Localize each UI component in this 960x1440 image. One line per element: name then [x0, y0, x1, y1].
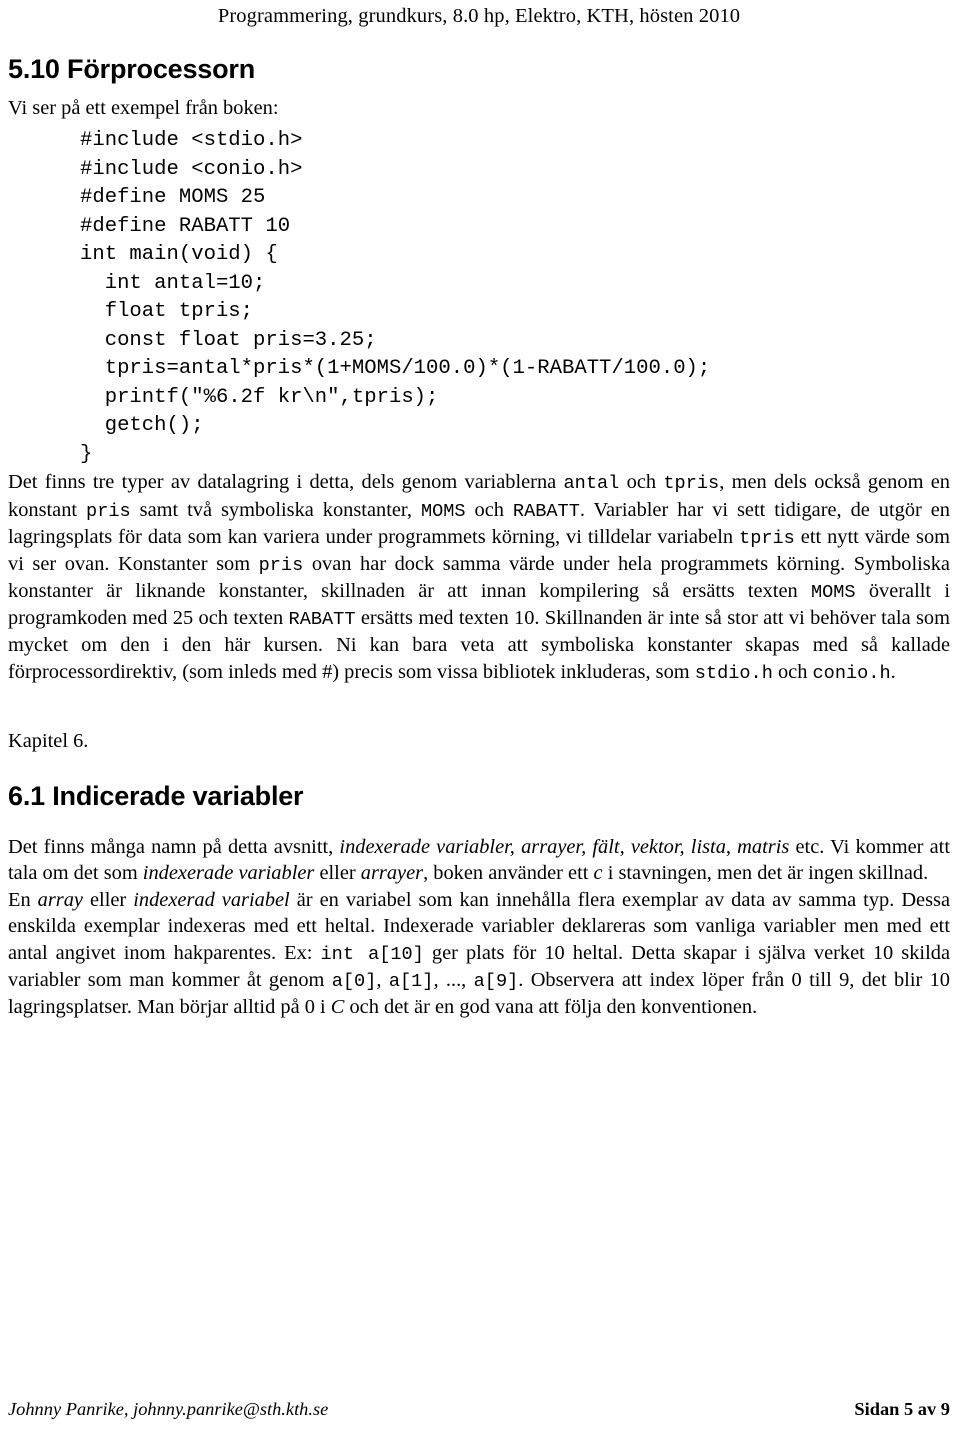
- text-run: och det är en god vana att följa den kon…: [344, 996, 758, 1019]
- text-run: samt två symboliska konstanter,: [130, 498, 421, 521]
- inline-code-stdio-h: stdio.h: [694, 662, 773, 684]
- paragraph-namn-pa-avsnitt: Det finns många namn på detta avsnitt, i…: [8, 834, 950, 887]
- inline-code-moms: MOMS: [420, 500, 466, 522]
- document-page: Programmering, grundkurs, 8.0 hp, Elektr…: [0, 0, 960, 1440]
- inline-code-conio-h: conio.h: [812, 662, 891, 684]
- inline-code-tpris: tpris: [663, 473, 720, 495]
- text-run: ,: [376, 968, 389, 991]
- emphasis-synonyms: indexerade variabler, arrayer, fält, vek…: [339, 835, 790, 858]
- inline-code-a-1: a[1]: [388, 970, 434, 992]
- inline-code-moms-2: MOMS: [810, 582, 856, 604]
- text-run: Det finns tre typer av datalagring i det…: [8, 471, 564, 494]
- footer-author-contact: Johnny Panrike, johnny.panrike@sth.kth.s…: [8, 1399, 329, 1419]
- emphasis-indexerade-variabler: indexerade variabler: [142, 862, 315, 885]
- emphasis-array: array: [37, 888, 83, 911]
- emphasis-arrayer: arrayer: [360, 862, 424, 885]
- code-block-preprocessor: #include <stdio.h> #include <conio.h> #d…: [80, 129, 711, 466]
- inline-code-a-0: a[0]: [331, 970, 377, 992]
- emphasis-letter-c: c: [593, 862, 603, 885]
- inline-code-a-9: a[9]: [473, 970, 519, 992]
- text-run: Det finns många namn på detta avsnitt,: [8, 835, 340, 858]
- text-run: och: [465, 498, 513, 521]
- emphasis-language-c: C: [330, 996, 345, 1019]
- text-run: , ...,: [433, 968, 474, 991]
- emphasis-indexerad-variabel: indexerad variabel: [133, 888, 290, 911]
- inline-code-pris: pris: [86, 500, 131, 522]
- intro-line-example: Vi ser på ett exempel från boken:: [8, 96, 279, 119]
- inline-code-rabatt: RABATT: [512, 500, 580, 522]
- text-run: .: [890, 660, 896, 683]
- text-run: En: [8, 888, 38, 911]
- text-run: i stavningen, men det är ingen skillnad.: [602, 862, 929, 885]
- footer-page-number: Sidan 5 av 9: [854, 1399, 950, 1419]
- text-run: eller: [82, 888, 134, 911]
- kapitel-label: Kapitel 6.: [8, 730, 89, 753]
- text-run: eller: [314, 862, 361, 885]
- text-run: , boken använder ett: [423, 862, 594, 885]
- inline-code-int-a-10: int a[10]: [320, 943, 424, 965]
- inline-code-pris-2: pris: [258, 554, 304, 576]
- text-run: och: [772, 660, 813, 683]
- inline-code-tpris-2: tpris: [739, 527, 795, 549]
- page-footer: Johnny Panrike, johnny.panrike@sth.kth.s…: [8, 1399, 950, 1420]
- paragraph-datalagring: Det finns tre typer av datalagring i det…: [8, 469, 950, 686]
- inline-code-rabatt-2: RABATT: [288, 609, 356, 631]
- paragraph-array-definition: En array eller indexerad variabel är en …: [8, 887, 950, 1021]
- inline-code-antal: antal: [563, 473, 620, 495]
- running-header: Programmering, grundkurs, 8.0 hp, Elektr…: [217, 5, 741, 27]
- heading-6-1-indicerade-variabler: 6.1 Indicerade variabler: [8, 780, 304, 811]
- heading-5-10-forprocessorn: 5.10 Förprocessorn: [8, 53, 255, 84]
- text-run: och: [619, 471, 664, 494]
